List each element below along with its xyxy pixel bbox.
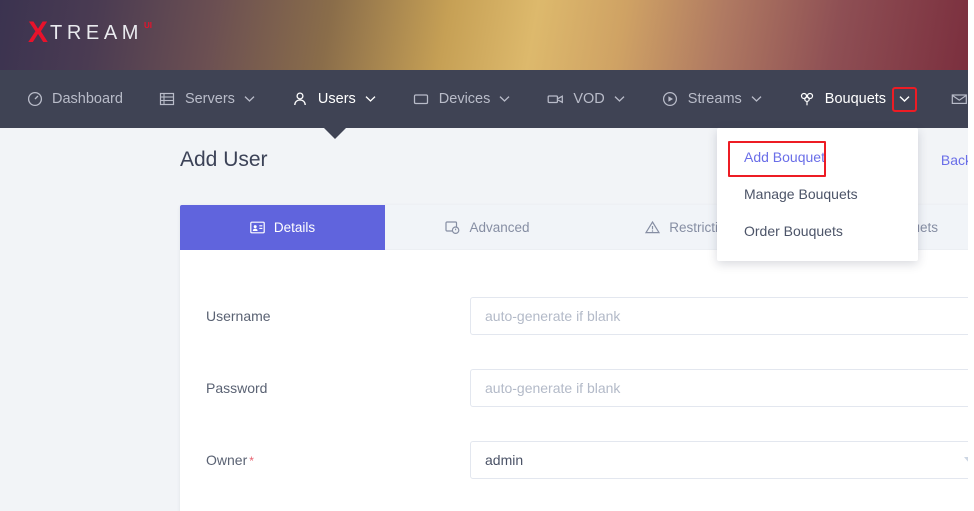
control-owner: admin <box>470 441 974 479</box>
bouquets-dropdown-menu: Add Bouquet Manage Bouquets Order Bouque… <box>717 128 918 261</box>
logo-superscript: UI <box>144 21 153 30</box>
play-icon <box>662 91 679 108</box>
label-text-password: Password <box>206 380 268 396</box>
nav-label-devices: Devices <box>438 91 491 107</box>
tab-advanced[interactable]: Advanced <box>385 205 590 250</box>
tab-details[interactable]: Details <box>180 205 385 250</box>
server-icon <box>159 91 176 108</box>
menu-item-add-bouquet[interactable]: Add Bouquet <box>717 138 918 175</box>
form-row-username: Username <box>180 280 974 352</box>
required-marker-owner: * <box>249 454 254 468</box>
user-form: Username Password Owner* admin <box>180 250 974 496</box>
control-password <box>470 369 974 407</box>
owner-select[interactable]: admin <box>470 441 974 479</box>
chevron-down-icon-servers[interactable] <box>243 93 256 106</box>
nav-item-streams[interactable]: Streams <box>662 70 763 128</box>
menu-label-order-bouquets: Order Bouquets <box>744 222 843 239</box>
nav-label-dashboard: Dashboard <box>52 91 123 107</box>
form-row-owner: Owner * admin <box>180 424 974 496</box>
logo-wordmark: TREAM <box>50 22 144 44</box>
menu-label-add-bouquet: Add Bouquet <box>744 148 825 165</box>
label-text-owner: Owner <box>206 452 248 468</box>
owner-select-wrap: admin <box>470 441 974 479</box>
user-icon <box>292 91 309 108</box>
nav-item-dashboard[interactable]: Dashboard <box>26 70 123 128</box>
chevron-down-icon-bouquets[interactable] <box>892 86 918 112</box>
menu-item-manage-bouquets[interactable]: Manage Bouquets <box>717 175 918 212</box>
chevron-down-icon-devices[interactable] <box>498 93 511 106</box>
menu-item-order-bouquets[interactable]: Order Bouquets <box>717 212 918 249</box>
right-edge-gutter <box>968 0 974 511</box>
chevron-down-icon-vod[interactable] <box>613 93 626 106</box>
nav-label-vod: VOD <box>573 91 605 107</box>
tab-label-advanced: Advanced <box>469 220 530 235</box>
chevron-down-icon-users[interactable] <box>364 93 377 106</box>
gauge-icon <box>26 91 43 108</box>
menu-label-manage-bouquets: Manage Bouquets <box>744 185 858 202</box>
video-icon <box>547 91 564 108</box>
nav-item-bouquets[interactable]: Bouquets <box>799 70 918 128</box>
app-logo[interactable]: X TREAM UI <box>28 18 152 49</box>
nav-active-pointer <box>324 128 346 139</box>
main-navigation: Dashboard Servers Users Devices VOD Stre… <box>0 70 968 128</box>
owner-select-value: admin <box>485 452 524 468</box>
nav-label-bouquets: Bouquets <box>824 91 887 107</box>
tab-label-details: Details <box>273 220 316 235</box>
settings-icon <box>445 220 460 235</box>
nav-item-vod[interactable]: VOD <box>547 70 625 128</box>
page-title: Add User <box>180 148 268 171</box>
label-owner: Owner * <box>206 452 470 468</box>
nav-label-streams: Streams <box>687 91 742 107</box>
header-banner: X TREAM UI <box>0 0 968 70</box>
password-input[interactable] <box>470 369 974 407</box>
nav-item-devices[interactable]: Devices <box>413 70 512 128</box>
card-icon <box>250 220 265 235</box>
nav-label-servers: Servers <box>184 91 235 107</box>
label-text-username: Username <box>206 308 271 324</box>
nav-item-users[interactable]: Users <box>292 70 377 128</box>
nav-item-servers[interactable]: Servers <box>159 70 256 128</box>
label-password: Password <box>206 380 470 396</box>
control-username <box>470 297 974 335</box>
warning-icon <box>645 220 661 235</box>
username-input[interactable] <box>470 297 974 335</box>
form-row-password: Password <box>180 352 974 424</box>
label-username: Username <box>206 308 470 324</box>
nav-label-users: Users <box>317 91 356 107</box>
mail-icon <box>951 91 968 108</box>
flower-icon <box>799 91 816 108</box>
logo-x-mark: X <box>28 16 49 49</box>
device-icon <box>413 91 430 108</box>
chevron-down-icon-streams[interactable] <box>750 93 763 106</box>
